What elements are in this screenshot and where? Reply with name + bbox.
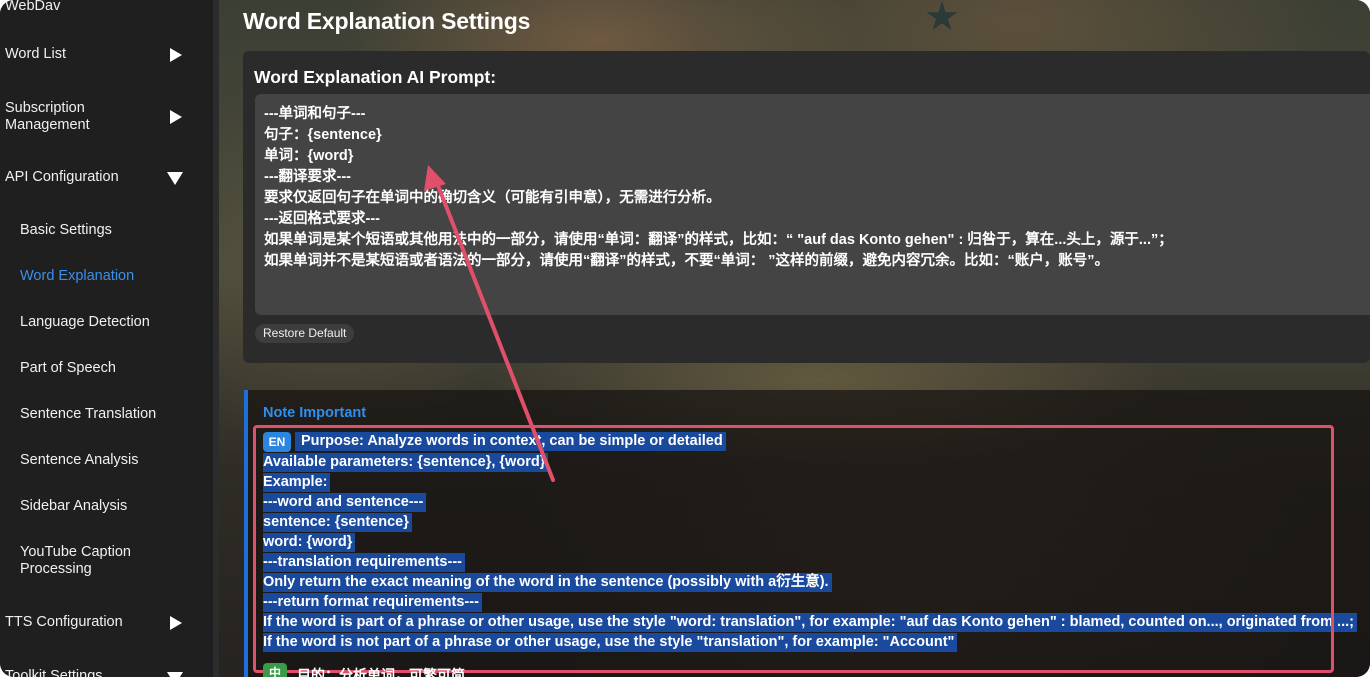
annotation-arrow-line xyxy=(435,181,555,482)
app-window: WebDav Word List Subscription Management… xyxy=(0,0,1370,677)
annotation-arrow xyxy=(424,165,555,482)
annotation-arrow-head xyxy=(424,165,446,191)
